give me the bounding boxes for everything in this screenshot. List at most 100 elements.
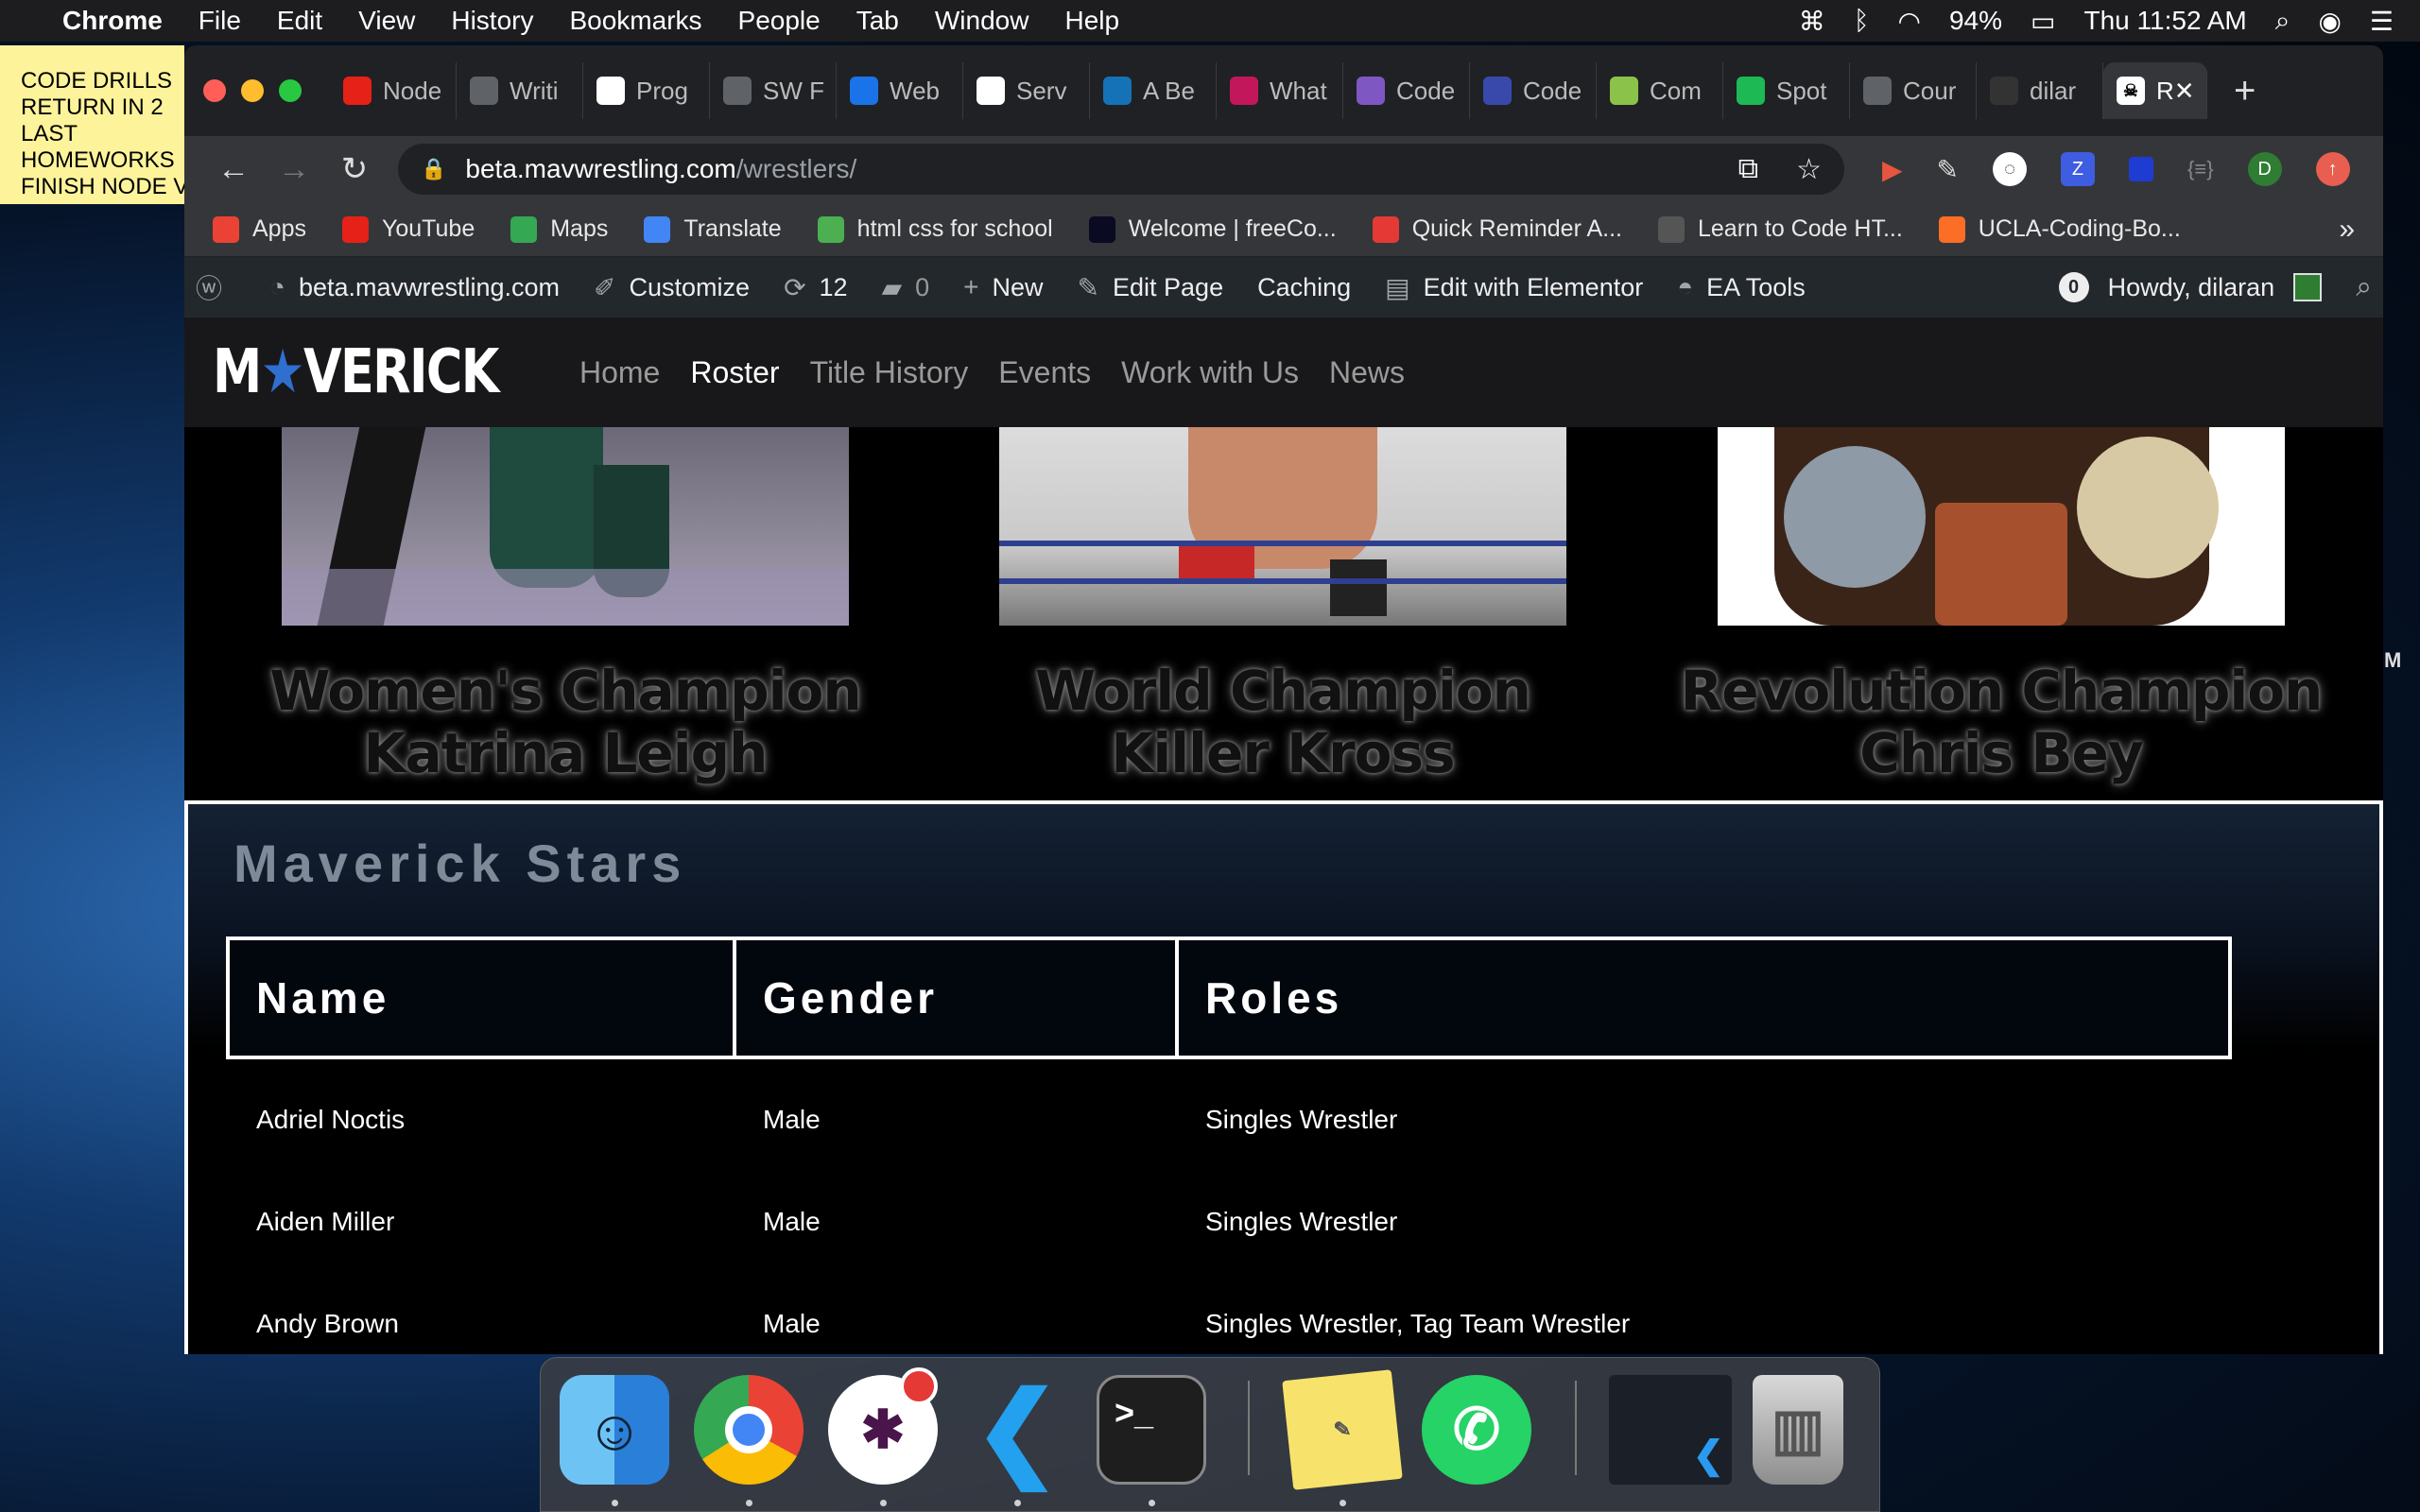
bookmarks-overflow-button[interactable]: » [2339, 214, 2355, 246]
minimize-window-button[interactable] [241, 79, 264, 102]
bookmark-item[interactable]: UCLA-Coding-Bo... [1938, 215, 2181, 243]
tab-active[interactable]: ☠ R ✕ [2103, 62, 2207, 119]
bookmark-item[interactable]: Apps [213, 215, 306, 243]
wp-elementor[interactable]: ▤ Edit with Elementor [1385, 272, 1643, 303]
extension-json-icon[interactable]: {≡} [2187, 157, 2214, 181]
notification-center-icon[interactable]: ☰ [2370, 6, 2394, 37]
nav-events[interactable]: Events [998, 355, 1091, 390]
clock[interactable]: Thu 11:52 AM [2084, 6, 2247, 36]
user-avatar[interactable] [2293, 273, 2323, 301]
nav-title-history[interactable]: Title History [810, 355, 969, 390]
wifi-icon[interactable]: ◠ [1898, 6, 1921, 37]
lock-icon[interactable]: 🔒 [421, 157, 446, 181]
wp-edit-page[interactable]: ✎ Edit Page [1078, 272, 1224, 303]
tab[interactable]: Writi [457, 62, 583, 119]
close-window-button[interactable] [203, 79, 226, 102]
bookmark-item[interactable]: Maps [510, 215, 608, 243]
extension-pen-icon[interactable]: ✎ [1937, 154, 1959, 185]
wp-new[interactable]: + New [963, 272, 1043, 302]
tab[interactable]: Com [1597, 62, 1723, 119]
bookmark-item[interactable]: html css for school [817, 215, 1053, 243]
finder-icon[interactable]: ☺ [560, 1375, 669, 1485]
profile-avatar[interactable]: D [2247, 152, 2282, 186]
app-menu-chrome[interactable]: Chrome [62, 6, 163, 36]
spotlight-search-icon[interactable]: ⌕ [2275, 6, 2290, 37]
tab[interactable]: SW F [710, 62, 837, 119]
nav-home[interactable]: Home [579, 355, 660, 390]
extension-square-icon[interactable] [2129, 157, 2154, 181]
whatsapp-icon[interactable]: ✆ [1422, 1375, 1531, 1485]
tab[interactable]: Node [330, 62, 457, 119]
extension-z-icon[interactable]: Z [2061, 152, 2096, 186]
tab[interactable]: Serv [963, 62, 1090, 119]
terminal-icon[interactable]: >_ [1097, 1375, 1206, 1485]
reload-button[interactable]: ↻ [324, 150, 385, 188]
nav-news[interactable]: News [1329, 355, 1405, 390]
address-bar[interactable]: 🔒 beta.mavwrestling.com/wrestlers/ ⧉ ☆ [398, 144, 1844, 195]
nav-roster[interactable]: Roster [690, 355, 779, 390]
bookmark-item[interactable]: Learn to Code HT... [1658, 215, 1903, 243]
wp-customize[interactable]: ✐ Customize [594, 272, 750, 303]
tab[interactable]: Prog [583, 62, 710, 119]
bookmark-item[interactable]: Translate [644, 215, 782, 243]
wp-updates[interactable]: ⟳ 12 [784, 272, 848, 303]
bookmark-item[interactable]: Welcome | freeCo... [1088, 215, 1337, 243]
bookmark-item[interactable]: YouTube [341, 215, 475, 243]
close-tab-icon[interactable]: ✕ [2174, 77, 2195, 106]
zoom-window-button[interactable] [279, 79, 302, 102]
menu-window[interactable]: Window [935, 6, 1029, 36]
wp-logo-menu[interactable]: ⓦ [196, 268, 235, 306]
wp-caching[interactable]: Caching [1257, 273, 1351, 302]
column-header-gender[interactable]: Gender [736, 940, 1179, 1056]
tab-label: Writi [510, 76, 559, 105]
extension-circle-icon[interactable]: ◌ [1993, 152, 2028, 186]
menu-tab[interactable]: Tab [856, 6, 899, 36]
menu-help[interactable]: Help [1064, 6, 1119, 36]
tab[interactable]: Cour [1850, 62, 1977, 119]
trash-icon[interactable]: ▥ [1753, 1375, 1843, 1485]
column-header-roles[interactable]: Roles [1179, 940, 2228, 1056]
stickies-icon[interactable]: ✎ [1282, 1369, 1403, 1490]
battery-icon[interactable]: ▭ [2031, 6, 2055, 37]
tab[interactable]: Code [1470, 62, 1597, 119]
wp-howdy-user[interactable]: Howdy, dilaran [2108, 273, 2275, 302]
new-tab-button[interactable]: + [2234, 70, 2256, 112]
update-menu-icon[interactable]: ↑ [2315, 152, 2350, 186]
vscode-icon[interactable]: ❮ [962, 1372, 1072, 1488]
wp-comments[interactable]: ▰ 0 [882, 272, 930, 303]
menu-history[interactable]: History [451, 6, 533, 36]
sticky-note[interactable]: CODE DRILLS RETURN IN 2 LAST HOMEWORKS F… [0, 45, 184, 204]
champion-card[interactable]: Revolution Champion Chris Bey [1681, 427, 2323, 784]
tab[interactable]: A Be [1090, 62, 1217, 119]
open-in-app-icon[interactable]: ⧉ [1738, 153, 1758, 186]
bookmark-star-icon[interactable]: ☆ [1796, 153, 1822, 186]
column-header-name[interactable]: Name [230, 940, 736, 1056]
menu-edit[interactable]: Edit [277, 6, 322, 36]
chrome-icon[interactable] [694, 1375, 804, 1485]
wp-notification-badge[interactable]: 0 [2058, 272, 2089, 302]
back-button[interactable]: ← [203, 151, 264, 188]
champion-card[interactable]: Women's Champion Katrina Leigh [269, 427, 862, 784]
forward-button[interactable]: → [264, 151, 324, 188]
wp-ea-tools[interactable]: ◓ EA Tools [1677, 272, 1806, 302]
tab[interactable]: Web [837, 62, 963, 119]
menu-view[interactable]: View [358, 6, 415, 36]
tab[interactable]: What [1217, 62, 1343, 119]
menu-people[interactable]: People [738, 6, 821, 36]
wp-site-name[interactable]: ◔ beta.mavwrestling.com [269, 272, 560, 302]
siri-icon[interactable]: ◉ [2318, 6, 2341, 37]
keyboard-icon[interactable]: ⌘ [1799, 6, 1825, 37]
menu-bookmarks[interactable]: Bookmarks [569, 6, 701, 36]
champion-card[interactable]: World Champion Killer Kross [999, 427, 1566, 784]
tab[interactable]: Code [1343, 62, 1470, 119]
vscode-window-icon[interactable]: ❮ [1609, 1375, 1732, 1485]
bookmark-item[interactable]: Quick Reminder A... [1372, 215, 1622, 243]
tab[interactable]: Spot [1723, 62, 1850, 119]
wp-search-icon[interactable]: ⌕ [2356, 271, 2372, 303]
extension-camera-icon[interactable]: ▶ [1882, 154, 1903, 185]
maverick-logo[interactable]: M★VERICK [213, 337, 499, 407]
menu-file[interactable]: File [199, 6, 241, 36]
bluetooth-icon[interactable]: ᛒ [1854, 6, 1870, 36]
tab[interactable]: dilar [1977, 62, 2103, 119]
nav-work-with-us[interactable]: Work with Us [1121, 355, 1299, 390]
